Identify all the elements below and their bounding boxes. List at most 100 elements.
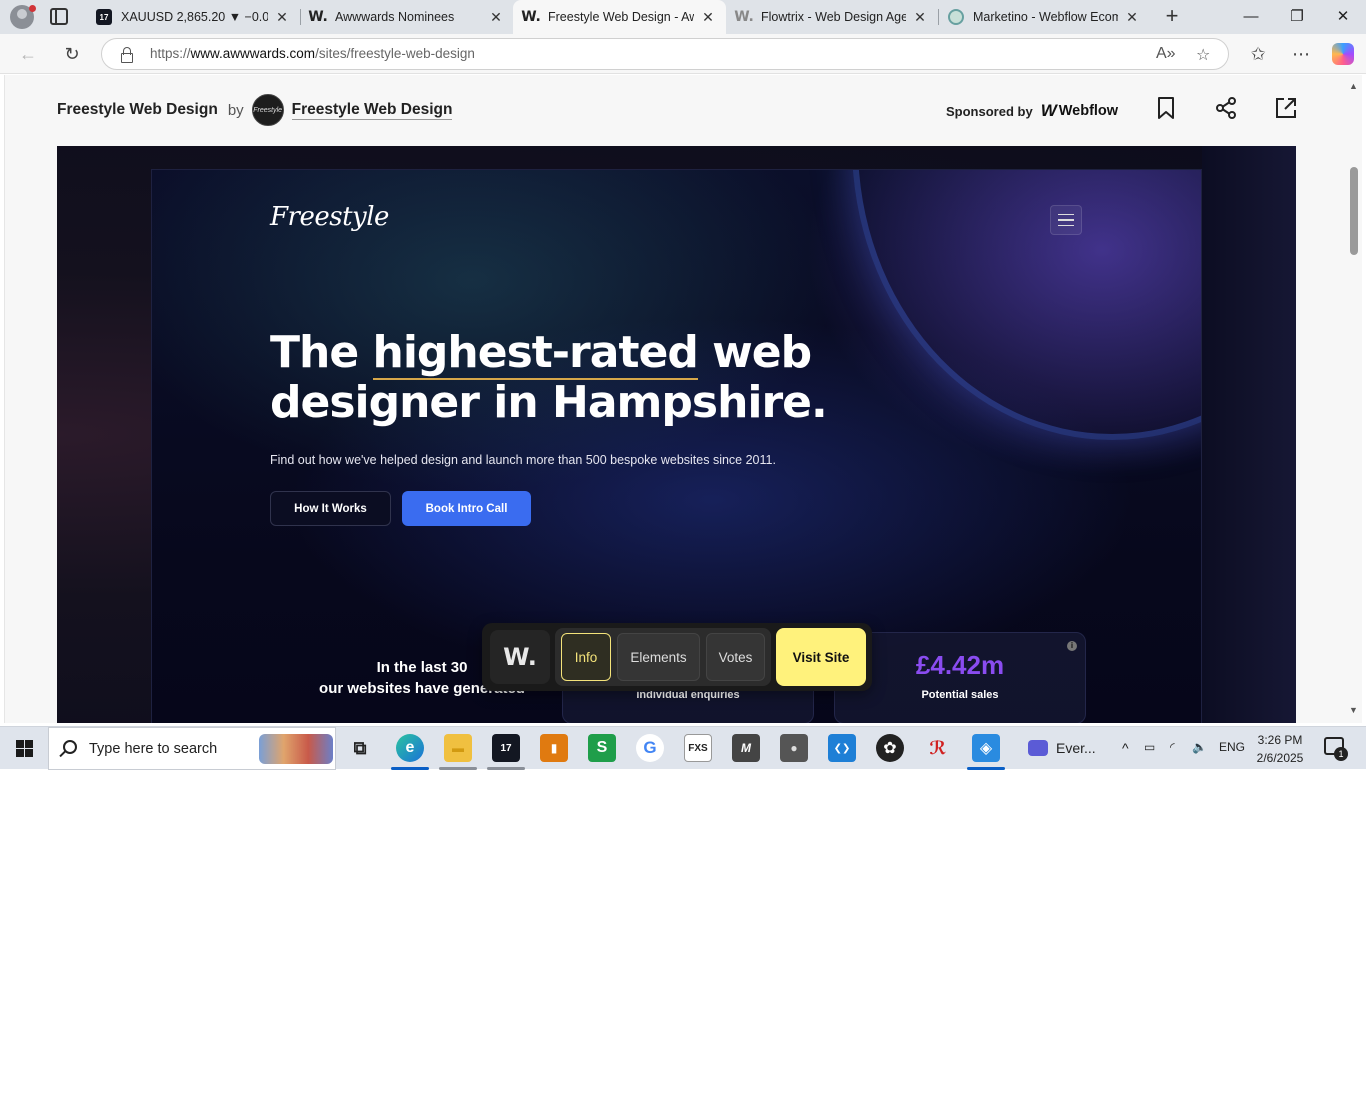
- tab-xauusd[interactable]: 17 XAUUSD 2,865.20 ▼ −0.05% ... ✕: [86, 0, 300, 34]
- url-text[interactable]: https://www.awwwards.com/sites/freestyle…: [150, 46, 475, 61]
- refresh-icon[interactable]: ↻: [61, 43, 83, 65]
- pinned-window-label: Ever...: [1056, 740, 1096, 756]
- page-viewport: Freestyle Web Design by Freestyle Freest…: [4, 75, 1346, 723]
- hero-headline: The highest-rated web designer in Hampsh…: [270, 327, 828, 428]
- tab-title: Freestyle Web Design - Awwwards: [548, 10, 694, 24]
- input-language[interactable]: ENG: [1219, 740, 1245, 754]
- by-label: by: [227, 101, 244, 119]
- author-avatar[interactable]: Freestyle: [251, 94, 284, 126]
- how-it-works-button: How It Works: [270, 491, 391, 526]
- tab-info[interactable]: Info: [561, 633, 611, 681]
- search-highlight-image: [259, 734, 333, 764]
- close-icon[interactable]: ✕: [700, 9, 716, 26]
- book-intro-call-button: Book Intro Call: [402, 491, 531, 526]
- tab-freestyle-web-design[interactable]: W. Freestyle Web Design - Awwwards ✕: [513, 0, 726, 34]
- close-icon[interactable]: ✕: [912, 9, 928, 26]
- back-arrow-icon[interactable]: ←: [17, 43, 39, 65]
- running-app-indicator: [439, 767, 477, 770]
- minimize-button[interactable]: —: [1228, 0, 1274, 34]
- hero-subtitle: Find out how we've helped design and lau…: [270, 453, 776, 467]
- chatgpt-icon[interactable]: ✿: [876, 734, 904, 762]
- battery-icon[interactable]: ▭: [1144, 740, 1155, 754]
- lock-icon[interactable]: [120, 47, 133, 63]
- chevron-up-icon[interactable]: ^: [1122, 740, 1129, 756]
- tab-votes[interactable]: Votes: [706, 633, 765, 681]
- awwwards-icon: W.: [308, 9, 328, 25]
- shield-app-icon[interactable]: ◈: [972, 734, 1000, 762]
- video-app-icon: [1028, 740, 1048, 756]
- new-tab-button[interactable]: +: [1160, 4, 1184, 28]
- tradingview-icon[interactable]: 17: [492, 734, 520, 762]
- windows-start-button[interactable]: [0, 727, 48, 770]
- window-close-button[interactable]: ✕: [1320, 0, 1366, 34]
- active-app-indicator: [391, 767, 429, 770]
- active-app-indicator: [967, 767, 1005, 770]
- freestyle-logo: Freestyle: [270, 202, 389, 232]
- system-clock[interactable]: 3:26 PM 2/6/2025: [1250, 731, 1310, 767]
- running-app-indicator: [487, 767, 525, 770]
- google-icon[interactable]: G: [636, 734, 664, 762]
- awwwards-logo[interactable]: W.: [490, 630, 550, 684]
- clock-date: 2/6/2025: [1256, 751, 1304, 765]
- decorative-glow-ring: [852, 170, 1201, 440]
- search-icon: [63, 740, 77, 754]
- file-explorer-icon[interactable]: ▬: [444, 734, 472, 762]
- tab-flowtrix[interactable]: W. Flowtrix - Web Design Agency ✕: [726, 0, 938, 34]
- network-icon[interactable]: ◜: [1170, 740, 1175, 754]
- notification-count-badge: 1: [1334, 747, 1348, 761]
- favorites-icon[interactable]: ✩: [1247, 43, 1269, 65]
- site-title-bar: Freestyle Web Design by Freestyle Freest…: [57, 91, 453, 129]
- taskbar-search-box[interactable]: Type here to search: [48, 727, 336, 770]
- site-name: Freestyle Web Design: [57, 101, 218, 118]
- profile-notification-dot: [29, 5, 36, 12]
- awwwards-floating-bar: W. Info Elements Votes Visit Site: [482, 623, 872, 691]
- visit-site-button[interactable]: Visit Site: [776, 628, 866, 686]
- external-link-icon[interactable]: [1273, 95, 1299, 121]
- chart-app-icon[interactable]: ▮: [540, 734, 568, 762]
- tab-title: XAUUSD 2,865.20 ▼ −0.05% ...: [121, 10, 268, 24]
- s-app-icon[interactable]: S: [588, 734, 616, 762]
- tab-elements[interactable]: Elements: [617, 633, 700, 681]
- search-placeholder: Type here to search: [89, 741, 218, 757]
- address-bar[interactable]: https://www.awwwards.com/sites/freestyle…: [101, 38, 1229, 70]
- webflow-name: Webflow: [1058, 103, 1119, 119]
- scrollbar-thumb[interactable]: [1350, 167, 1358, 255]
- share-icon[interactable]: [1213, 95, 1239, 121]
- webflow-logo[interactable]: W Webflow: [1041, 101, 1118, 121]
- tab-title: Marketino - Webflow Ecommerce: [973, 10, 1118, 24]
- more-options-icon[interactable]: ⋯: [1290, 43, 1312, 65]
- tab-title: Flowtrix - Web Design Agency: [761, 10, 906, 24]
- scroll-up-icon[interactable]: ▲: [1349, 81, 1358, 91]
- globe-icon: [948, 9, 964, 25]
- tab-marketino[interactable]: Marketino - Webflow Ecommerce ✕: [938, 0, 1150, 34]
- github-icon[interactable]: ●: [780, 734, 808, 762]
- tab-title: Awwwards Nominees: [335, 10, 455, 24]
- hamburger-menu-icon: [1050, 205, 1082, 235]
- fxs-icon[interactable]: FXS: [684, 734, 712, 762]
- sponsored-by: Sponsored by W Webflow: [946, 101, 1118, 121]
- favorite-star-icon[interactable]: ☆: [1196, 45, 1210, 65]
- volume-icon[interactable]: 🔈: [1192, 740, 1207, 754]
- bookmark-icon[interactable]: [1153, 95, 1179, 121]
- pinned-window-button[interactable]: Ever...: [1028, 734, 1108, 762]
- author-link[interactable]: Freestyle Web Design: [291, 101, 453, 120]
- read-aloud-icon[interactable]: A»: [1156, 45, 1176, 63]
- close-icon[interactable]: ✕: [1124, 9, 1140, 26]
- m-app-icon[interactable]: M: [732, 734, 760, 762]
- tab-actions-menu-icon[interactable]: [50, 8, 68, 25]
- page-scrollbar[interactable]: ▲ ▼: [1346, 75, 1362, 723]
- close-icon[interactable]: ✕: [488, 9, 504, 26]
- edge-icon[interactable]: e: [396, 734, 424, 762]
- tab-awwwards-nominees[interactable]: W. Awwwards Nominees ✕: [300, 0, 514, 34]
- restore-button[interactable]: ❐: [1274, 0, 1320, 34]
- awwwards-tab-group: Info Elements Votes: [555, 628, 771, 686]
- scroll-down-icon[interactable]: ▼: [1349, 705, 1358, 715]
- red-app-icon[interactable]: ℛ: [924, 734, 952, 762]
- close-icon[interactable]: ✕: [274, 9, 290, 26]
- task-view-icon[interactable]: ⧉: [346, 734, 374, 762]
- windows-taskbar: Type here to search ⧉ e ▬ 17 ▮ S G FXS M…: [0, 726, 1366, 770]
- copilot-icon[interactable]: [1332, 43, 1354, 65]
- sponsored-label: Sponsored by: [946, 103, 1033, 119]
- vscode-icon[interactable]: ❮❯: [828, 734, 856, 762]
- tradingview-icon: 17: [96, 9, 112, 25]
